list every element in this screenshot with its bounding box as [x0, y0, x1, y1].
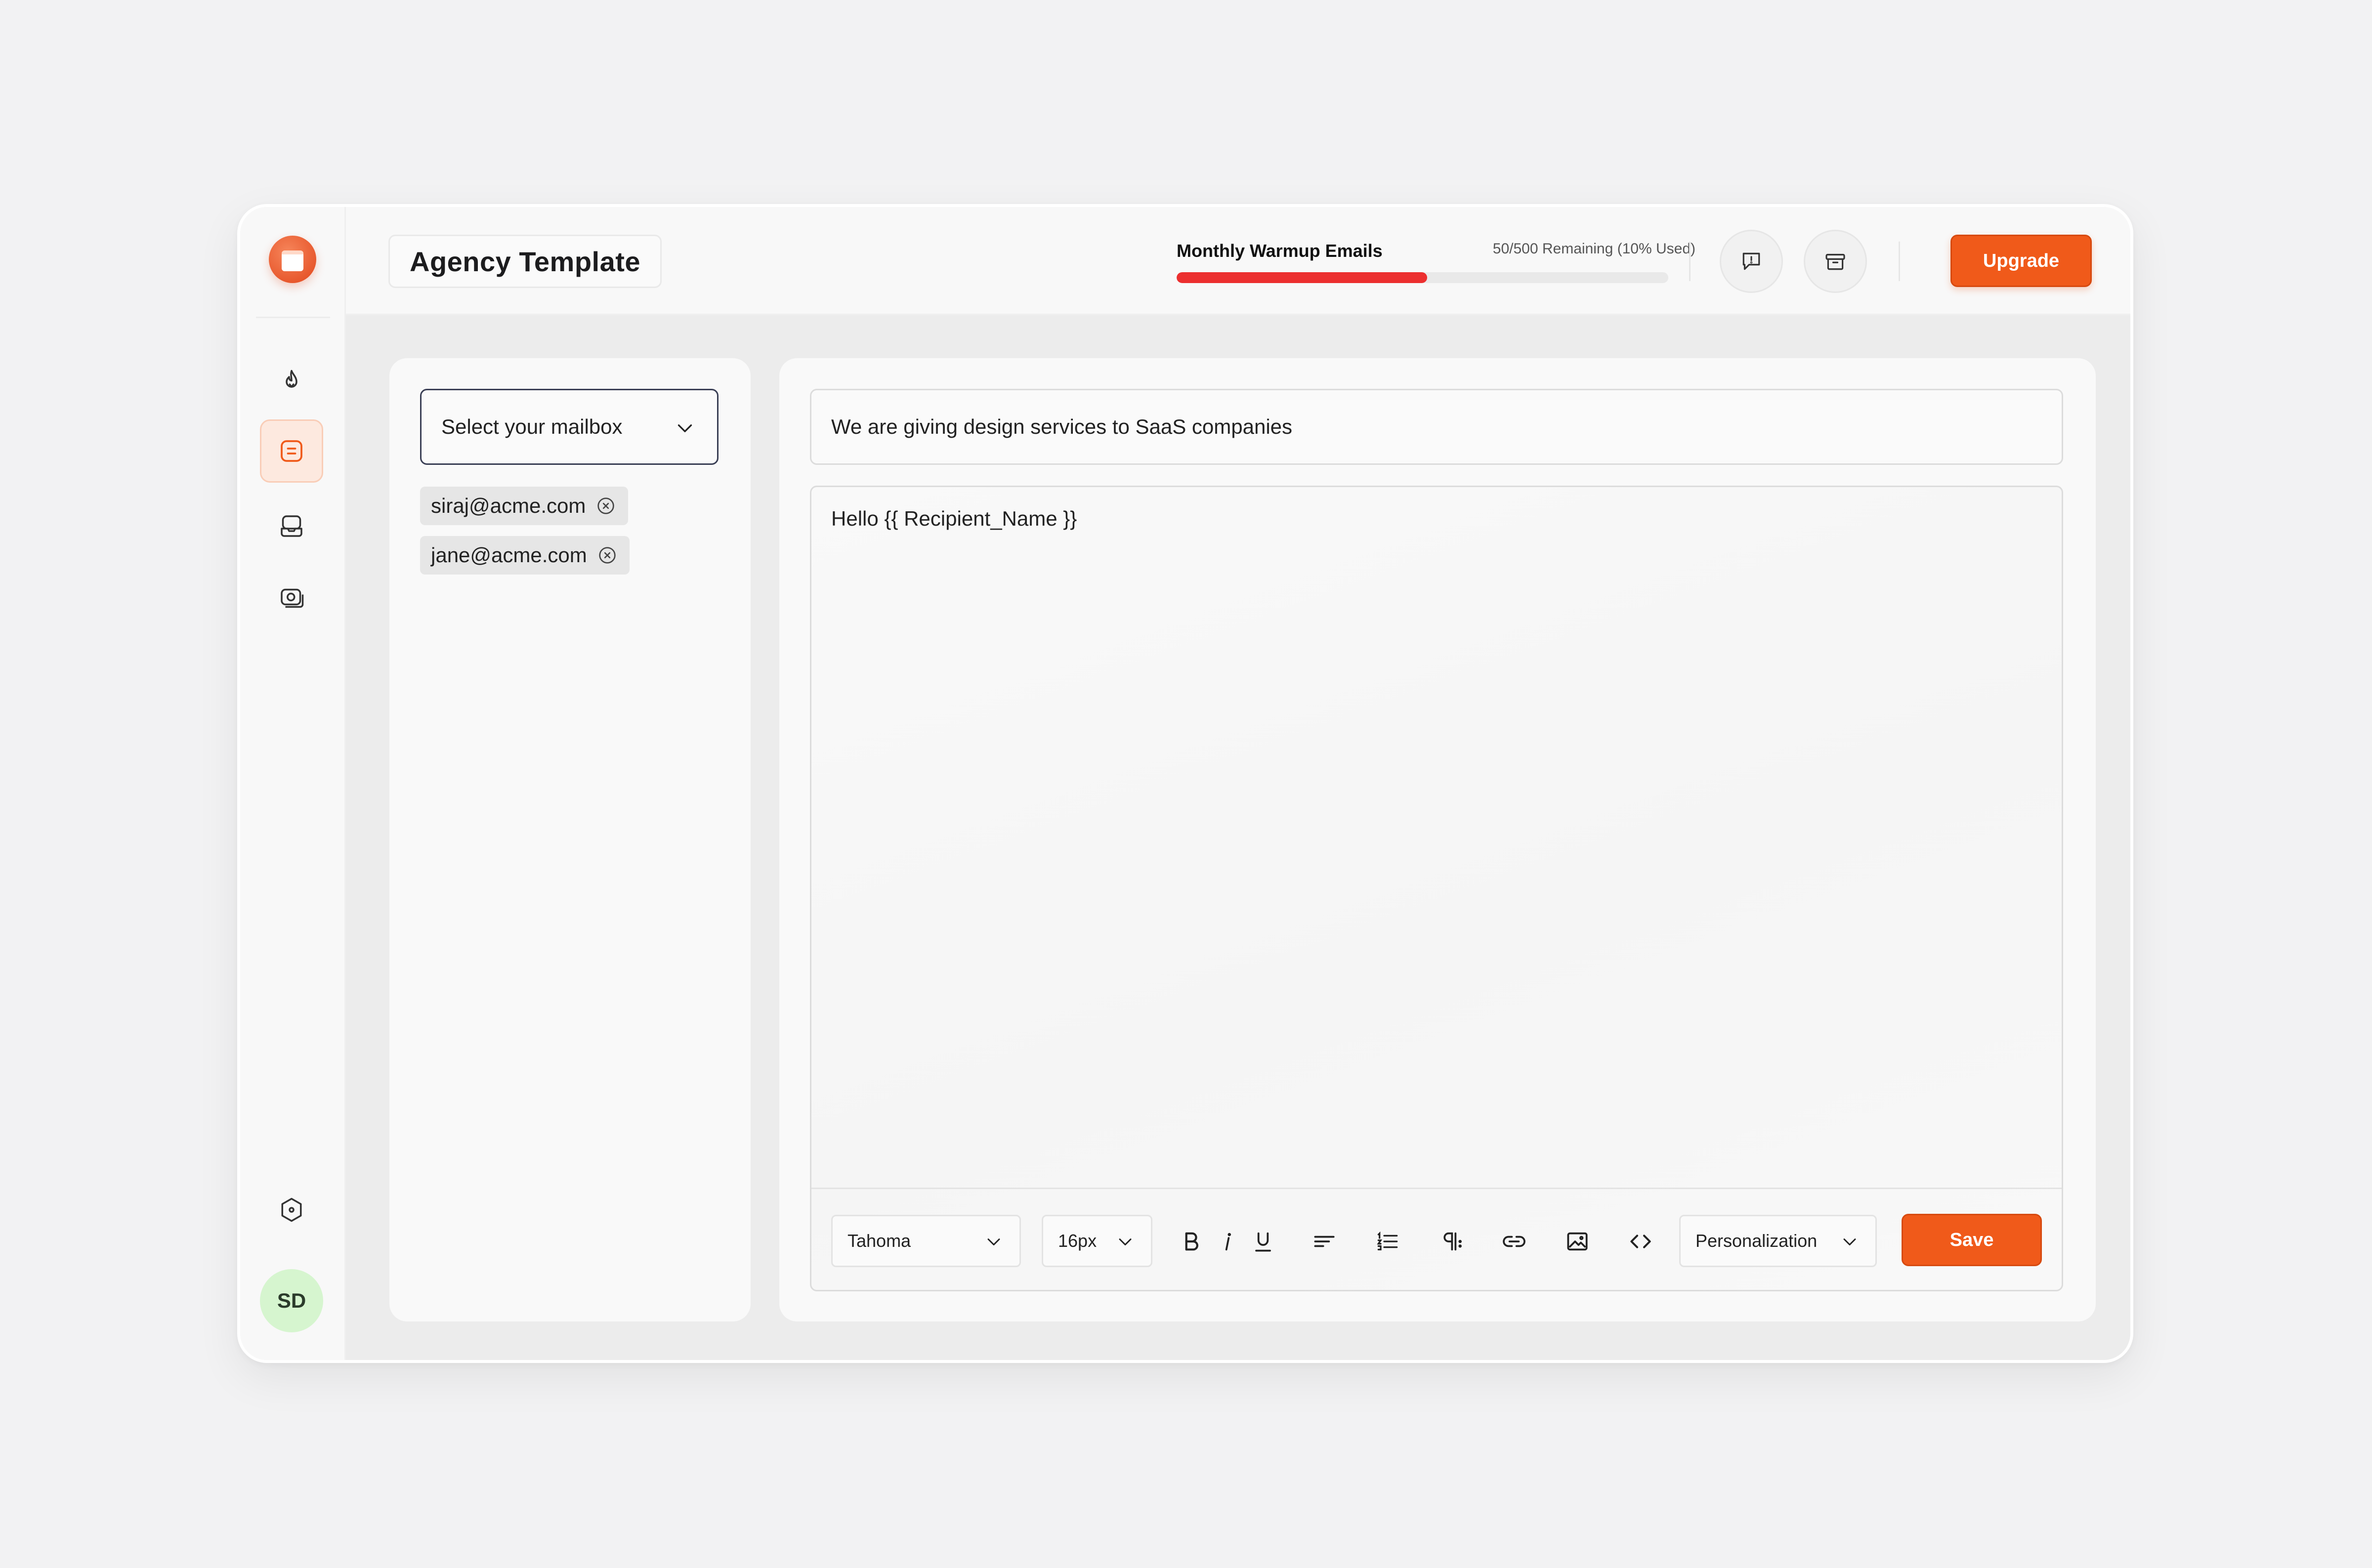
header-divider: [1689, 242, 1691, 281]
chat-icon: [1742, 252, 1760, 270]
align-left-icon: [1314, 1236, 1335, 1247]
font-family-select[interactable]: Tahoma: [831, 1215, 1021, 1267]
mailbox-select-label: Select your mailbox: [441, 415, 623, 438]
subject-input[interactable]: We are giving design services to SaaS co…: [810, 389, 2063, 465]
font-size-select[interactable]: 16px: [1042, 1215, 1152, 1267]
mailbox-panel: Select your mailbox siraj@acme.com jane@…: [389, 358, 751, 1321]
mailbox-chip-label: siraj@acme.com: [431, 494, 586, 517]
underline-icon: [1255, 1232, 1271, 1252]
code-icon: [1630, 1235, 1651, 1248]
mailbox-chip: siraj@acme.com: [420, 487, 629, 525]
image-button[interactable]: [1563, 1227, 1592, 1256]
main-content: Select your mailbox siraj@acme.com jane@…: [346, 315, 2130, 1360]
email-body-editor[interactable]: Hello {{ Recipient_Name }} Tahoma 16px P…: [810, 486, 2063, 1291]
align-left-button[interactable]: [1310, 1227, 1339, 1256]
bold-button[interactable]: [1176, 1227, 1206, 1256]
warmup-label: Monthly Warmup Emails: [1177, 241, 1383, 261]
mailbox-chip: jane@acme.com: [420, 536, 630, 575]
upgrade-button[interactable]: Upgrade: [1950, 235, 2092, 287]
font-size-value: 16px: [1058, 1231, 1097, 1251]
camera-icon: [281, 588, 304, 608]
remove-icon[interactable]: [594, 495, 617, 517]
editor-toolbar: Tahoma 16px Personalization Save: [811, 1188, 2062, 1290]
app-window: SD Agency Template Monthly Warmup Emails…: [237, 204, 2133, 1363]
top-header: Agency Template Monthly Warmup Emails 50…: [346, 207, 2130, 315]
warmup-remaining: 50/500 Remaining (10% Used): [1492, 241, 1695, 257]
app-logo[interactable]: [269, 236, 316, 283]
code-button[interactable]: [1626, 1227, 1655, 1256]
save-button[interactable]: Save: [1902, 1214, 2042, 1266]
archive-icon: [1825, 253, 1845, 270]
link-button[interactable]: [1499, 1227, 1529, 1256]
bold-icon: [1185, 1232, 1198, 1251]
warmup-progress-bar: [1177, 272, 1668, 283]
personalization-select[interactable]: Personalization: [1679, 1215, 1877, 1267]
sidebar-item-settings[interactable]: [260, 1178, 323, 1241]
underline-button[interactable]: [1248, 1227, 1278, 1256]
sidebar-divider: [256, 317, 330, 318]
numbered-list-button[interactable]: [1373, 1227, 1402, 1256]
chevron-down-icon: [1119, 1238, 1132, 1245]
mailbox-select[interactable]: Select your mailbox: [420, 389, 719, 465]
user-avatar[interactable]: SD: [260, 1269, 323, 1332]
sidebar-item-camera[interactable]: [260, 567, 323, 630]
archive-button[interactable]: [1804, 230, 1867, 293]
link-icon: [1503, 1236, 1525, 1247]
flame-icon: [286, 370, 297, 388]
template-icon: [281, 440, 302, 462]
subject-text: We are giving design services to SaaS co…: [831, 415, 1293, 438]
italic-button[interactable]: [1213, 1227, 1242, 1256]
sidebar: SD: [240, 207, 346, 1360]
feedback-button[interactable]: [1720, 230, 1783, 293]
chevron-down-icon: [678, 424, 692, 432]
inbox-icon: [281, 515, 302, 537]
mailbox-chip-label: jane@acme.com: [431, 543, 587, 567]
warmup-progress-fill: [1177, 272, 1428, 283]
sidebar-item-templates[interactable]: [260, 419, 323, 483]
image-icon: [1567, 1232, 1588, 1251]
numbered-list-icon: [1377, 1231, 1398, 1250]
header-divider: [1899, 242, 1900, 281]
composer-panel: We are giving design services to SaaS co…: [779, 358, 2096, 1321]
personalization-label: Personalization: [1695, 1231, 1818, 1251]
font-family-value: Tahoma: [847, 1231, 911, 1251]
remove-icon[interactable]: [596, 544, 619, 567]
sidebar-item-inbox[interactable]: [260, 495, 323, 558]
paragraph-button[interactable]: [1436, 1227, 1466, 1256]
hexagon-icon: [281, 1197, 302, 1222]
sidebar-item-warmup[interactable]: [260, 350, 323, 413]
paragraph-icon: [1443, 1232, 1462, 1251]
italic-icon: [1225, 1233, 1231, 1251]
email-body-text: Hello {{ Recipient_Name }}: [831, 507, 1077, 530]
chevron-down-icon: [987, 1238, 1000, 1245]
chevron-down-icon: [1843, 1238, 1856, 1245]
page-title[interactable]: Agency Template: [388, 235, 662, 288]
